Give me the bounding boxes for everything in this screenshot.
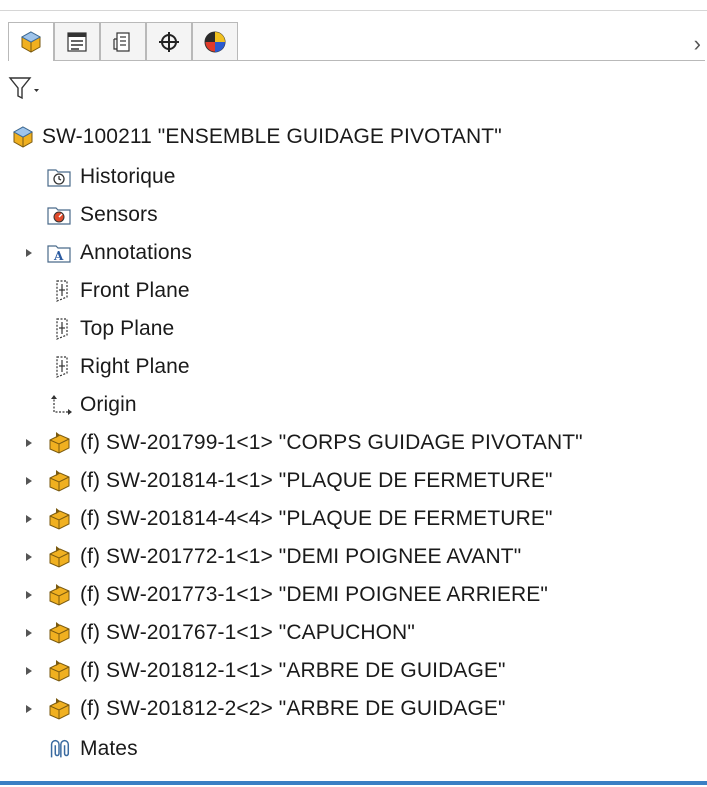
chevron-right-icon[interactable] [25, 552, 33, 562]
tree-item-label: Right Plane [80, 355, 190, 378]
tree-item-label: (f) SW-201772-1<1> "DEMI POIGNEE AVANT" [80, 545, 522, 568]
history-folder-icon [47, 169, 71, 187]
chevron-right-icon[interactable] [25, 590, 33, 600]
filter-button[interactable] [8, 74, 68, 108]
chevron-right-icon[interactable]: › [694, 31, 701, 57]
tree-item-label: (f) SW-201773-1<1> "DEMI POIGNEE ARRIERE… [80, 583, 548, 606]
tree-item-label: (f) SW-201814-1<1> "PLAQUE DE FERMETURE" [80, 469, 553, 492]
part-icon [49, 584, 70, 606]
tree-item-label: (f) SW-201814-4<4> "PLAQUE DE FERMETURE" [80, 507, 553, 530]
chevron-right-icon[interactable] [25, 628, 33, 638]
tree-item-label: (f) SW-201812-2<2> "ARBRE DE GUIDAGE" [80, 697, 506, 720]
tab-dimxpertmanager[interactable] [146, 22, 192, 60]
tree-item-label: Historique [80, 165, 176, 188]
tree-item-part[interactable]: (f) SW-201767-1<1> "CAPUCHON" [0, 616, 707, 650]
tree-item-historique[interactable]: Historique [0, 160, 707, 194]
tree-item-annotations[interactable]: A Annotations [0, 236, 707, 270]
tree-item-label: (f) SW-201799-1<1> "CORPS GUIDAGE PIVOTA… [80, 431, 583, 454]
tree-root-label: SW-100211 "ENSEMBLE GUIDAGE PIVOTANT" [42, 125, 502, 148]
chevron-right-icon[interactable] [25, 476, 33, 486]
plane-icon [56, 318, 68, 340]
part-icon [49, 660, 70, 682]
tree-item-part[interactable]: (f) SW-201812-1<1> "ARBRE DE GUIDAGE" [0, 654, 707, 688]
chevron-right-icon[interactable] [25, 666, 33, 676]
mates-icon [50, 739, 70, 758]
part-icon [49, 508, 70, 530]
chevron-right-icon[interactable] [25, 438, 33, 448]
tree-item-label: Mates [80, 737, 138, 760]
assembly-cube-icon [20, 31, 42, 53]
sensors-folder-icon [47, 207, 71, 225]
tab-featuremanager[interactable] [8, 22, 54, 61]
origin-icon [51, 395, 72, 415]
tree-item-part[interactable]: (f) SW-201799-1<1> "CORPS GUIDAGE PIVOTA… [0, 426, 707, 460]
tab-displaymanager[interactable] [192, 22, 238, 60]
tree-root[interactable]: SW-100211 "ENSEMBLE GUIDAGE PIVOTANT" [0, 120, 707, 154]
tree-item-part[interactable]: (f) SW-201814-4<4> "PLAQUE DE FERMETURE" [0, 502, 707, 536]
tree-item-top-plane[interactable]: Top Plane [0, 312, 707, 346]
tree-item-label: Annotations [80, 241, 193, 264]
tree-item-origin[interactable]: Origin [0, 388, 707, 422]
part-icon [49, 698, 70, 720]
configuration-icon [113, 31, 130, 52]
annotations-folder-icon: A [47, 245, 71, 263]
tab-configurationmanager[interactable] [100, 22, 146, 60]
tree-item-sensors[interactable]: Sensors [0, 198, 707, 232]
tree-item-label: (f) SW-201812-1<1> "ARBRE DE GUIDAGE" [80, 659, 506, 682]
display-pie-icon [204, 31, 226, 52]
part-icon [49, 546, 70, 568]
plane-icon [56, 356, 68, 378]
tab-propertymanager[interactable] [54, 22, 100, 60]
tree-item-part[interactable]: (f) SW-201812-2<2> "ARBRE DE GUIDAGE" [0, 692, 707, 726]
chevron-right-icon[interactable] [25, 248, 33, 258]
tree-item-right-plane[interactable]: Right Plane [0, 350, 707, 384]
tree-item-label: Top Plane [80, 317, 175, 340]
tree-item-front-plane[interactable]: Front Plane [0, 274, 707, 308]
panel-bottom-divider [0, 781, 707, 785]
panel-top-edge [0, 0, 707, 11]
tree-item-mates[interactable]: Mates [0, 732, 707, 766]
crosshair-icon [159, 31, 179, 52]
filter-icon [8, 77, 39, 100]
property-list-icon [67, 31, 87, 52]
svg-text:A: A [53, 249, 64, 263]
plane-icon [56, 280, 68, 302]
tree-item-label: Front Plane [80, 279, 190, 302]
part-icon [49, 432, 70, 454]
tree-item-label: Origin [80, 393, 137, 416]
tree-item-label: (f) SW-201767-1<1> "CAPUCHON" [80, 621, 415, 644]
part-icon [49, 622, 70, 644]
manager-tab-bar: › [8, 22, 705, 61]
tree-item-part[interactable]: (f) SW-201772-1<1> "DEMI POIGNEE AVANT" [0, 540, 707, 574]
assembly-icon [12, 126, 34, 148]
chevron-right-icon[interactable] [25, 514, 33, 524]
tree-item-label: Sensors [80, 203, 158, 226]
part-icon [49, 470, 70, 492]
chevron-right-icon[interactable] [25, 704, 33, 714]
tree-item-part[interactable]: (f) SW-201773-1<1> "DEMI POIGNEE ARRIERE… [0, 578, 707, 612]
tree-item-part[interactable]: (f) SW-201814-1<1> "PLAQUE DE FERMETURE" [0, 464, 707, 498]
